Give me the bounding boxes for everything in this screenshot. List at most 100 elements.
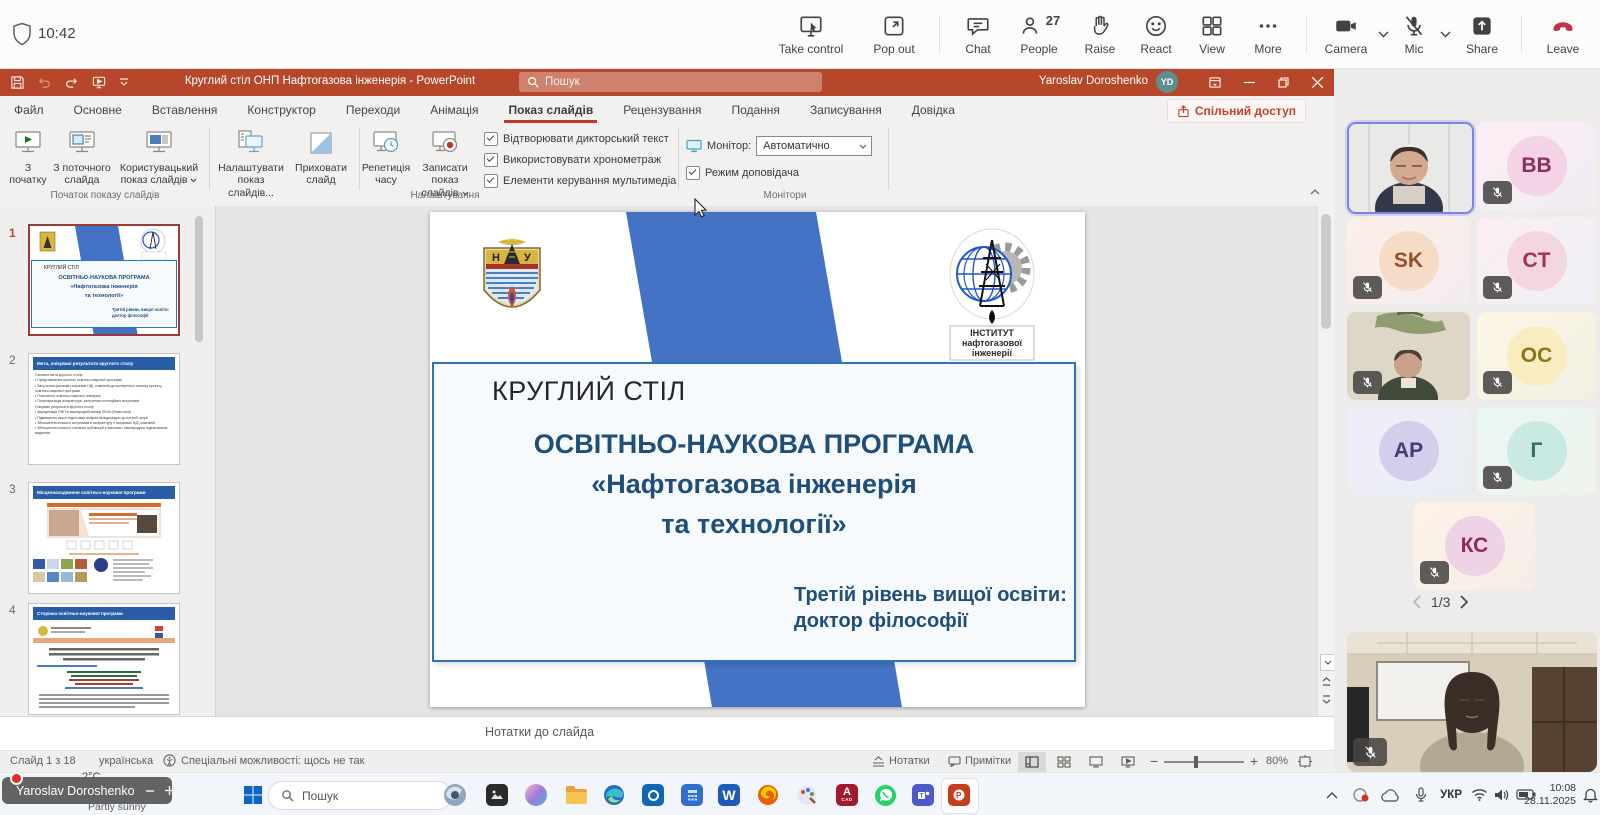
tab-review[interactable]: Рецензування [623,96,701,124]
minimize-button[interactable] [1232,68,1266,96]
people-button[interactable]: 27 People [1006,4,1072,64]
checkbox-play-narrations[interactable]: Відтворювати дикторський текст [484,132,669,146]
slideshow-view-button[interactable] [1114,752,1142,772]
thumbnail-scrollbar[interactable] [194,210,204,710]
minimize-share-icon[interactable] [145,786,155,796]
next-slide-button[interactable] [1320,692,1333,707]
redo-button[interactable] [64,75,79,90]
onedrive-icon[interactable] [1380,773,1400,815]
language-switcher[interactable]: УКР [1440,773,1462,815]
hide-slide-button[interactable]: Приховати слайд [292,128,350,187]
slide-thumbnail-2[interactable]: Мета, очікувані результати круглого стол… [28,353,180,465]
slide-thumbnail-3[interactable]: Місцезнаходження освітньо-наукової прогр… [28,482,180,594]
previous-slide-button[interactable] [1320,674,1333,689]
close-button[interactable] [1300,68,1334,96]
calculator-app-icon[interactable] [679,782,705,808]
slide-canvas[interactable]: Н У [430,212,1085,707]
start-button[interactable] [240,782,266,808]
participant-video-speaking[interactable] [1347,122,1474,214]
save-button[interactable] [10,75,25,90]
scrollbar-thumb[interactable] [1321,214,1331,329]
file-explorer-icon[interactable] [563,782,589,808]
reading-view-button[interactable] [1082,752,1110,772]
account-avatar[interactable]: YD [1156,71,1178,93]
previous-page-chevron[interactable] [1412,595,1421,609]
checkbox-use-timings[interactable]: Використовувати хронометраж [484,153,661,167]
edge-browser-icon[interactable] [601,782,627,808]
account-name[interactable]: Yaroslav Doroshenko [1039,75,1148,87]
volume-icon[interactable] [1494,773,1510,815]
from-current-slide-button[interactable]: З поточного слайда [52,128,112,187]
customize-qat-chevron[interactable] [119,77,129,87]
slide-sorter-view-button[interactable] [1050,752,1078,772]
autocad-icon[interactable]: ACAD [834,782,860,808]
checkbox-presenter-view[interactable]: Режим доповідача [686,166,799,180]
whatsapp-icon[interactable] [872,782,898,808]
zoom-level[interactable]: 80% [1266,755,1288,767]
tray-chevron[interactable] [1326,773,1338,815]
slide-area-scrollbar[interactable] [1317,206,1335,716]
expand-share-icon[interactable] [164,785,175,796]
zoom-slider-thumb[interactable] [1194,756,1198,768]
notifications-bell-icon[interactable] [1583,773,1598,815]
meeting-app-icon[interactable] [442,782,468,808]
tab-help[interactable]: Довідка [912,96,955,124]
tray-av-icon[interactable] [1352,773,1370,815]
record-slideshow-button[interactable]: Записати показ слайдів [412,128,478,199]
tab-file[interactable]: Файл [14,96,44,124]
taskbar-search[interactable]: Пошук [268,781,452,810]
tab-slideshow[interactable]: Показ слайдів [508,96,593,124]
more-button[interactable]: More [1240,4,1296,64]
scroll-down-button[interactable] [1320,654,1335,671]
participant-tile-bb[interactable]: BB [1477,122,1596,210]
tray-mic-icon[interactable] [1414,773,1428,815]
ribbon-display-options-button[interactable] [1198,68,1232,96]
participant-tile-kc[interactable]: КС [1414,502,1535,590]
tab-transitions[interactable]: Переходи [346,96,400,124]
leave-button[interactable]: Leave [1532,4,1594,64]
ppt-search-box[interactable]: Пошук [519,72,822,92]
powerpoint-app-icon[interactable]: P [946,782,972,808]
fit-to-window-icon[interactable] [1298,755,1312,768]
share-button[interactable]: Share [1453,4,1511,64]
language-indicator[interactable]: українська [99,755,153,767]
participant-tile-oc[interactable]: OC [1477,312,1596,400]
chat-button[interactable]: Chat [950,4,1006,64]
participant-tile-ap[interactable]: AP [1347,407,1470,495]
collapse-ribbon-button[interactable] [1310,188,1320,195]
word-app-icon[interactable]: W [716,782,742,808]
participant-tile-g[interactable]: Г [1477,407,1596,495]
checkbox-media-controls[interactable]: Елементи керування мультимедіа [484,174,676,188]
camera-button[interactable]: Camera [1317,4,1375,64]
normal-view-button[interactable] [1018,752,1046,772]
next-page-chevron[interactable] [1460,595,1469,609]
notes-toggle[interactable]: Нотатки [889,755,930,767]
clock-widget[interactable]: 10:08 28.11.2025 [1524,773,1576,815]
photos-app-icon[interactable] [484,782,510,808]
tab-design[interactable]: Конструктор [247,96,315,124]
view-button[interactable]: View [1184,4,1240,64]
tab-insert[interactable]: Вставлення [152,96,218,124]
notes-pane[interactable]: Нотатки до слайда [0,716,1334,751]
slide-editing-area[interactable]: Н У [215,206,1317,716]
tab-home[interactable]: Основне [74,96,122,124]
self-video-tile[interactable] [1347,632,1597,772]
mic-button[interactable]: Mic [1391,4,1437,64]
ppt-share-button[interactable]: Спільний доступ [1167,99,1306,123]
firefox-icon[interactable] [755,782,781,808]
slide-thumbnail-1[interactable]: КРУГЛИЙ СТІЛ ОСВІТНЬО-НАУКОВА ПРОГРАМА «… [28,224,180,336]
monitor-dropdown[interactable]: Автоматично [756,136,872,156]
slide-title-textbox[interactable]: КРУГЛИЙ СТІЛ ОСВІТНЬО-НАУКОВА ПРОГРАМА «… [432,362,1076,662]
screen-share-pill[interactable]: Yaroslav Doroshenko [2,777,172,804]
zoom-in-button[interactable]: + [1250,753,1258,769]
from-beginning-button[interactable]: З початку [6,128,50,187]
setup-slideshow-button[interactable]: Налаштувати показ слайдів... [214,128,288,199]
tab-animations[interactable]: Анімація [430,96,478,124]
camera-options-chevron[interactable] [1375,4,1391,64]
take-control-button[interactable]: Take control [763,4,859,64]
pop-out-button[interactable]: Pop out [859,4,929,64]
participant-tile-ct[interactable]: CT [1477,217,1596,305]
undo-button[interactable] [37,75,52,90]
slide-thumbnail-4[interactable]: Сторінка освітньо-наукової програми [28,603,180,715]
mic-options-chevron[interactable] [1437,4,1453,64]
